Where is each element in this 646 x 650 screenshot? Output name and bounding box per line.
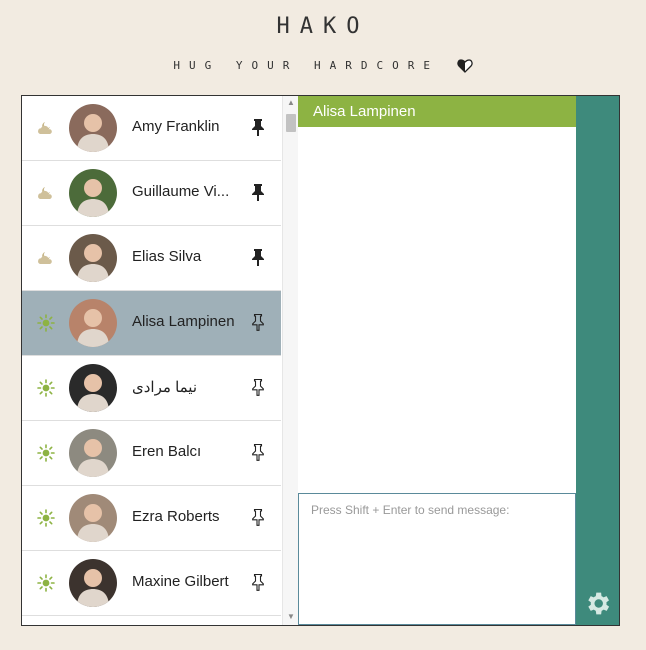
cloudy-night-icon — [36, 118, 56, 138]
contact-name: Maxine Gilbert — [132, 573, 229, 590]
contact-name: Eren Balcı — [132, 443, 202, 460]
pin-icon[interactable] — [250, 248, 266, 266]
avatar — [69, 559, 117, 607]
app-tagline: HUG YOUR HARDCORE — [0, 58, 646, 74]
contact-row[interactable]: Alisa Lampinen — [22, 291, 281, 356]
sun-icon — [36, 443, 56, 463]
contact-row[interactable]: Elias Silva — [22, 226, 281, 291]
avatar — [69, 299, 117, 347]
contact-name: نیما مرادی — [132, 379, 198, 396]
pin-icon[interactable] — [250, 443, 266, 461]
contact-list-scrollbar[interactable]: ▲ ▼ — [282, 96, 298, 625]
contact-row[interactable]: Guillaume Vi... — [22, 161, 281, 226]
chat-panel: Alisa Lampinen — [298, 96, 576, 625]
contact-name: Alisa Lampinen — [132, 313, 235, 330]
contact-name: Amy Franklin — [132, 118, 220, 135]
sun-icon — [36, 313, 56, 333]
pin-icon[interactable] — [250, 378, 266, 396]
avatar — [69, 429, 117, 477]
chat-app-window: Amy Franklin Guillaume Vi... Elias Silva Al… — [21, 95, 620, 626]
side-rail — [576, 96, 619, 625]
gear-icon[interactable] — [583, 589, 612, 618]
sun-icon — [36, 508, 56, 528]
cloudy-night-icon — [36, 248, 56, 268]
chat-header: Alisa Lampinen — [298, 96, 576, 127]
pin-icon[interactable] — [250, 118, 266, 136]
contact-name: Guillaume Vi... — [132, 183, 230, 200]
app-title: HAKO — [276, 14, 370, 39]
contact-row[interactable]: Maxine Gilbert — [22, 551, 281, 616]
avatar — [69, 494, 117, 542]
contact-row[interactable]: Ezra Roberts — [22, 486, 281, 551]
contact-list[interactable]: Amy Franklin Guillaume Vi... Elias Silva Al… — [22, 96, 298, 625]
sun-icon — [36, 573, 56, 593]
scroll-down-icon[interactable]: ▼ — [283, 612, 299, 622]
pin-icon[interactable] — [250, 508, 266, 526]
cloudy-night-icon — [36, 183, 56, 203]
contact-name: Elias Silva — [132, 248, 202, 265]
pin-icon[interactable] — [250, 183, 266, 201]
half-heart-icon — [456, 58, 473, 74]
message-area — [298, 127, 576, 492]
contact-row[interactable]: Amy Franklin — [22, 96, 281, 161]
pin-icon[interactable] — [250, 573, 266, 591]
avatar — [69, 234, 117, 282]
message-input[interactable] — [298, 493, 576, 625]
contact-row[interactable]: Eren Balcı — [22, 421, 281, 486]
scroll-thumb[interactable] — [286, 114, 296, 132]
sun-icon — [36, 378, 56, 398]
scroll-up-icon[interactable]: ▲ — [283, 98, 299, 108]
tagline-text: HUG YOUR HARDCORE — [173, 59, 439, 72]
pin-icon[interactable] — [250, 313, 266, 331]
avatar — [69, 364, 117, 412]
contact-row[interactable]: نیما مرادی — [22, 356, 281, 421]
avatar — [69, 169, 117, 217]
avatar — [69, 104, 117, 152]
contact-name: Ezra Roberts — [132, 508, 220, 525]
